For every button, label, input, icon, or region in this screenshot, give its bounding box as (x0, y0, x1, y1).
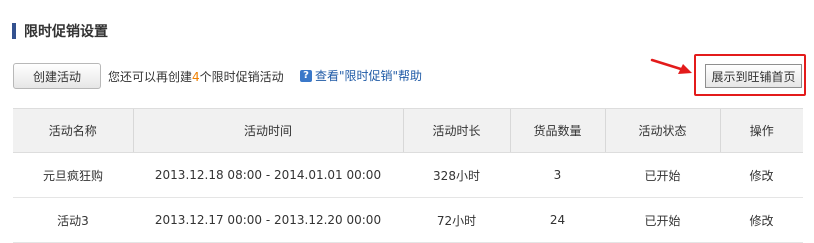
remaining-count: 4 (192, 70, 200, 84)
table-header-row: 活动名称 活动时间 活动时长 货品数量 活动状态 操作 (13, 108, 803, 153)
column-header-action: 操作 (719, 108, 803, 153)
help-link[interactable]: ? 查看"限时促销"帮助 (300, 67, 422, 84)
column-header-name: 活动名称 (13, 108, 133, 153)
activity-name: 活动3 (13, 197, 133, 243)
help-icon: ? (300, 69, 312, 82)
tip-suffix: 个限时促销活动 (199, 70, 284, 84)
product-count: 24 (510, 197, 605, 243)
activity-name: 元旦疯狂购 (13, 152, 133, 198)
status-badge: 已开始 (605, 197, 720, 243)
remaining-tip: 您还可以再创建4个限时促销活动 (108, 68, 284, 85)
activity-time: 2013.12.18 08:00 - 2014.01.01 00:00 (133, 152, 403, 198)
activity-time: 2013.12.17 00:00 - 2013.12.20 00:00 (133, 197, 403, 243)
activity-duration: 72小时 (403, 197, 510, 243)
column-header-duration: 活动时长 (402, 108, 510, 153)
product-count: 3 (510, 152, 605, 198)
edit-link[interactable]: 修改 (720, 197, 803, 243)
activity-duration: 328小时 (403, 152, 510, 198)
column-header-count: 货品数量 (509, 108, 605, 153)
help-link-label[interactable]: 查看"限时促销"帮助 (315, 67, 422, 84)
column-header-time: 活动时间 (132, 108, 403, 153)
table-row: 活动3 2013.12.17 00:00 - 2013.12.20 00:00 … (13, 197, 803, 243)
promotions-table: 活动名称 活动时间 活动时长 货品数量 活动状态 操作 元旦疯狂购 2013.1… (13, 108, 803, 243)
create-activity-button[interactable]: 创建活动 (13, 63, 101, 89)
title-accent-bar (12, 23, 16, 39)
edit-link[interactable]: 修改 (720, 152, 803, 198)
column-header-status: 活动状态 (604, 108, 720, 153)
tip-prefix: 您还可以再创建 (108, 70, 193, 84)
status-badge: 已开始 (605, 152, 720, 198)
red-arrow-icon (650, 58, 692, 74)
table-row: 元旦疯狂购 2013.12.18 08:00 - 2014.01.01 00:0… (13, 152, 803, 198)
page-title: 限时促销设置 (24, 24, 108, 40)
showcase-homepage-button[interactable]: 展示到旺铺首页 (705, 64, 802, 88)
section-header: 限时促销设置 (12, 23, 108, 40)
